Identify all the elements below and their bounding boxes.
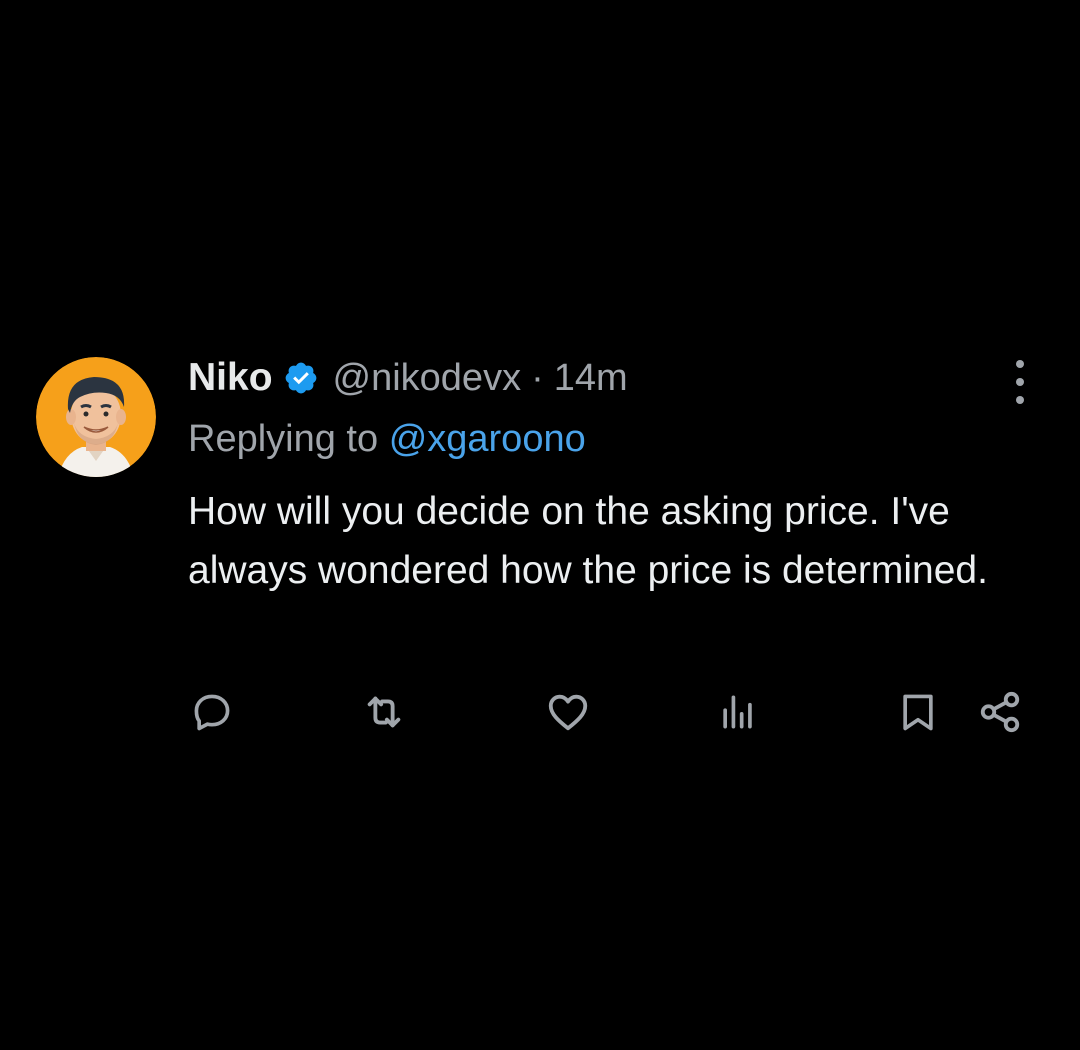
reply-icon[interactable] <box>186 686 238 738</box>
retweet-icon[interactable] <box>358 686 410 738</box>
views-icon[interactable] <box>712 686 764 738</box>
replying-to: Replying to @xgaroono <box>188 418 586 461</box>
more-vertical-icon[interactable] <box>1002 360 1038 404</box>
action-bar <box>0 686 1080 742</box>
display-name[interactable]: Niko <box>188 356 273 400</box>
separator-dot: · <box>531 356 544 399</box>
replying-mention-link[interactable]: @xgaroono <box>389 418 586 460</box>
replying-prefix: Replying to <box>188 418 379 460</box>
heart-icon[interactable] <box>542 686 594 738</box>
tweet[interactable]: Niko @nikodevx · 14m Replying to @xgaroo… <box>0 0 1080 1050</box>
timestamp[interactable]: 14m <box>554 357 628 400</box>
share-icon[interactable] <box>974 686 1026 738</box>
tweet-text: How will you decide on the asking price.… <box>188 490 988 592</box>
bookmark-icon[interactable] <box>892 686 944 738</box>
user-handle[interactable]: @nikodevx <box>333 357 522 400</box>
tweet-header: Niko @nikodevx · 14m <box>188 350 628 406</box>
avatar[interactable] <box>36 357 156 477</box>
verified-badge-icon <box>283 360 319 396</box>
